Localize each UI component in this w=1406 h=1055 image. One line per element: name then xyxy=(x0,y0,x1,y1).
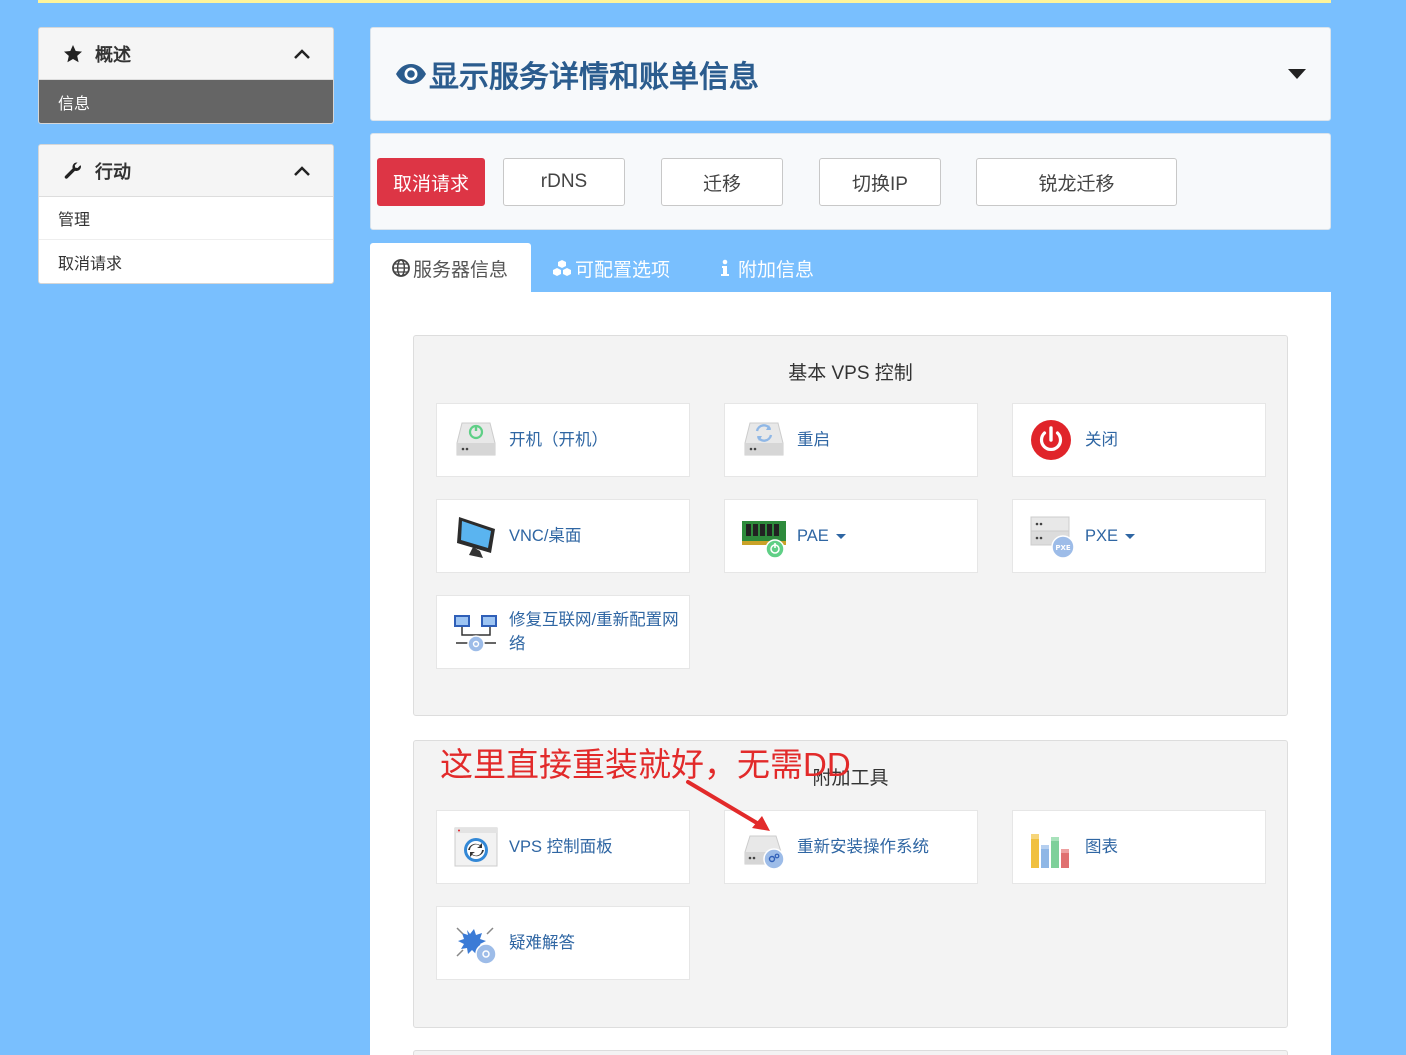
power-off-icon xyxy=(1031,420,1071,460)
globe-icon xyxy=(392,259,410,277)
wrench-icon xyxy=(64,161,81,179)
tabs-bar: 服务器信息 可配置选项 附加信息 xyxy=(370,243,1331,293)
pxe-label: PXE xyxy=(1085,524,1136,548)
eye-icon xyxy=(396,64,426,84)
vnc-desktop-tile[interactable]: VNC/桌面 xyxy=(436,499,690,573)
network-repair-icon xyxy=(454,615,497,653)
repair-network-tile[interactable]: 修复互联网/重新配置网络 xyxy=(436,595,690,669)
sidebar-overview-header[interactable]: 概述 xyxy=(39,28,333,80)
tab-configurable-options-label: 可配置选项 xyxy=(575,259,671,281)
sidebar-item-cancel-request[interactable]: 取消请求 xyxy=(39,240,333,283)
service-details-header[interactable]: 显示服务详情和账单信息 xyxy=(370,27,1331,121)
memory-chip-icon xyxy=(742,521,786,559)
server-reboot-icon xyxy=(744,422,784,456)
sidebar-item-info[interactable]: 信息 xyxy=(39,80,333,123)
power-on-tile[interactable]: 开机（开机） xyxy=(436,403,690,477)
rdns-button[interactable]: rDNS xyxy=(503,158,625,206)
star-icon xyxy=(64,44,82,62)
repair-network-label: 修复互联网/重新配置网络 xyxy=(509,611,679,653)
pae-text: PAE xyxy=(797,527,829,545)
server-pxe-icon: PXE xyxy=(1030,516,1075,559)
dropdown-caret-icon xyxy=(835,534,846,540)
sidebar-actions-panel: 行动 管理 取消请求 xyxy=(38,144,334,284)
tab-configurable-options[interactable]: 可配置选项 xyxy=(552,243,670,293)
vps-control-panel-label: VPS 控制面板 xyxy=(509,838,613,856)
info-icon xyxy=(721,259,729,276)
sidebar-overview-title: 概述 xyxy=(95,44,131,65)
migrate-button[interactable]: 迁移 xyxy=(661,158,783,206)
switch-ip-button[interactable]: 切换IP xyxy=(819,158,941,206)
monitor-icon xyxy=(457,517,495,558)
troubleshooting-icon xyxy=(456,927,497,965)
pae-label: PAE xyxy=(797,524,846,548)
caret-down-icon[interactable] xyxy=(1288,69,1306,79)
server-power-on-icon xyxy=(456,422,496,456)
chevron-up-icon[interactable] xyxy=(293,165,311,177)
shutdown-label: 关闭 xyxy=(1085,431,1118,449)
sidebar-overview-panel: 概述 信息 xyxy=(38,27,334,124)
vnc-desktop-label: VNC/桌面 xyxy=(509,527,582,545)
sidebar-actions-header[interactable]: 行动 xyxy=(39,145,333,197)
power-on-label: 开机（开机） xyxy=(509,431,608,449)
annotation-arrow xyxy=(686,780,770,831)
chevron-up-icon[interactable] xyxy=(293,48,311,60)
cubes-icon xyxy=(553,260,571,276)
reinstall-os-label: 重新安装操作系统 xyxy=(797,838,929,856)
ryzen-migrate-button[interactable]: 锐龙迁移 xyxy=(976,158,1177,206)
cancel-request-button[interactable]: 取消请求 xyxy=(377,158,485,206)
tab-additional-info[interactable]: 附加信息 xyxy=(719,243,814,293)
next-group-edge xyxy=(413,1050,1288,1055)
svg-text:PXE: PXE xyxy=(1055,544,1071,552)
reboot-label: 重启 xyxy=(797,431,830,449)
bar-chart-icon xyxy=(1031,834,1069,868)
tab-server-info[interactable]: 服务器信息 xyxy=(370,243,531,293)
basic-vps-control-title: 基本 VPS 控制 xyxy=(788,363,913,384)
action-buttons-bar: 取消请求 rDNS 迁移 切换IP 锐龙迁移 xyxy=(370,133,1331,230)
sidebar-actions-title: 行动 xyxy=(95,161,131,182)
dropdown-caret-icon xyxy=(1125,534,1136,540)
sidebar-item-manage[interactable]: 管理 xyxy=(39,197,333,240)
troubleshooting-label: 疑难解答 xyxy=(509,934,575,952)
pxe-text: PXE xyxy=(1085,527,1119,545)
shutdown-tile[interactable]: 关闭 xyxy=(1012,403,1266,477)
page-title: 显示服务详情和账单信息 xyxy=(429,61,759,94)
control-panel-icon xyxy=(454,827,498,867)
pae-tile[interactable]: PAE xyxy=(724,499,978,573)
pxe-tile[interactable]: PXE PXE xyxy=(1012,499,1266,573)
top-accent-bar xyxy=(38,0,1331,3)
tab-additional-info-label: 附加信息 xyxy=(738,259,815,281)
graphs-tile[interactable]: 图表 xyxy=(1012,810,1266,884)
tab-server-info-label: 服务器信息 xyxy=(413,259,509,281)
reboot-tile[interactable]: 重启 xyxy=(724,403,978,477)
annotation-text: 这里直接重装就好，无需DD xyxy=(440,746,851,783)
troubleshooting-tile[interactable]: 疑难解答 xyxy=(436,906,690,980)
graphs-label: 图表 xyxy=(1085,838,1118,856)
vps-control-panel-tile[interactable]: VPS 控制面板 xyxy=(436,810,690,884)
